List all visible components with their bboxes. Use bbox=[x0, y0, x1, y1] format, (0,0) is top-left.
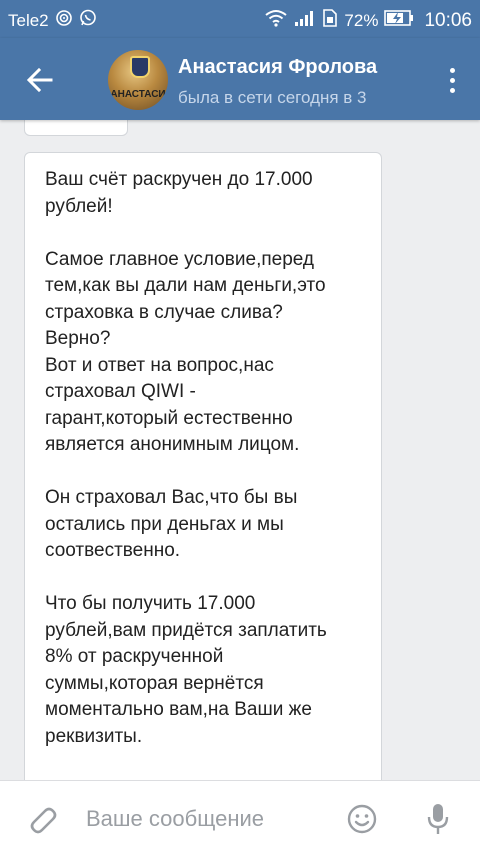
more-vert-icon-dot bbox=[449, 77, 455, 83]
whatsapp-icon bbox=[79, 9, 97, 32]
status-right: 72% 10:06 bbox=[264, 9, 472, 32]
message-list[interactable]: Ваш счёт раскручен до 17.000 рублей! Сам… bbox=[0, 120, 480, 780]
emoji-button[interactable] bbox=[346, 803, 378, 835]
clock: 10:06 bbox=[424, 9, 472, 31]
battery-percent: 72% bbox=[344, 10, 379, 30]
paperclip-icon bbox=[30, 807, 57, 834]
arrow-left-icon bbox=[27, 67, 53, 93]
contact-last-seen: была в сети сегодня в 3 bbox=[178, 88, 367, 107]
more-vert-icon-dot bbox=[449, 87, 455, 93]
wifi-icon bbox=[264, 9, 288, 32]
signal-icon bbox=[294, 9, 316, 32]
status-bar: Tele2 72% 10:06 bbox=[0, 0, 480, 38]
back-button[interactable] bbox=[18, 58, 62, 102]
microphone-icon bbox=[427, 804, 449, 834]
sim-icon bbox=[322, 9, 338, 32]
voice-message-button[interactable] bbox=[424, 801, 452, 837]
previous-message-bubble[interactable] bbox=[24, 120, 128, 136]
carrier-label: Tele2 bbox=[8, 10, 49, 30]
composer-bar bbox=[0, 780, 480, 855]
message-text: Ваш счёт раскручен до 17.000 рублей! Сам… bbox=[45, 169, 327, 780]
more-options-button[interactable] bbox=[440, 62, 464, 98]
battery-charging-icon bbox=[384, 9, 414, 32]
message-input[interactable] bbox=[86, 799, 326, 839]
more-vert-icon-dot bbox=[449, 67, 455, 73]
avatar-caption: АНАСТАСИ bbox=[110, 89, 166, 100]
chat-header: АНАСТАСИ Анастасия Фролова была в сети с… bbox=[0, 38, 480, 120]
smiley-icon bbox=[347, 804, 377, 834]
avatar[interactable]: АНАСТАСИ bbox=[108, 50, 168, 110]
incoming-message-bubble[interactable]: Ваш счёт раскручен до 17.000 рублей! Сам… bbox=[24, 152, 382, 780]
status-left: Tele2 bbox=[8, 9, 97, 32]
contact-name[interactable]: Анастасия Фролова bbox=[178, 56, 377, 79]
attach-button[interactable] bbox=[24, 801, 60, 837]
target-icon bbox=[55, 9, 73, 32]
avatar-emblem bbox=[130, 56, 150, 78]
